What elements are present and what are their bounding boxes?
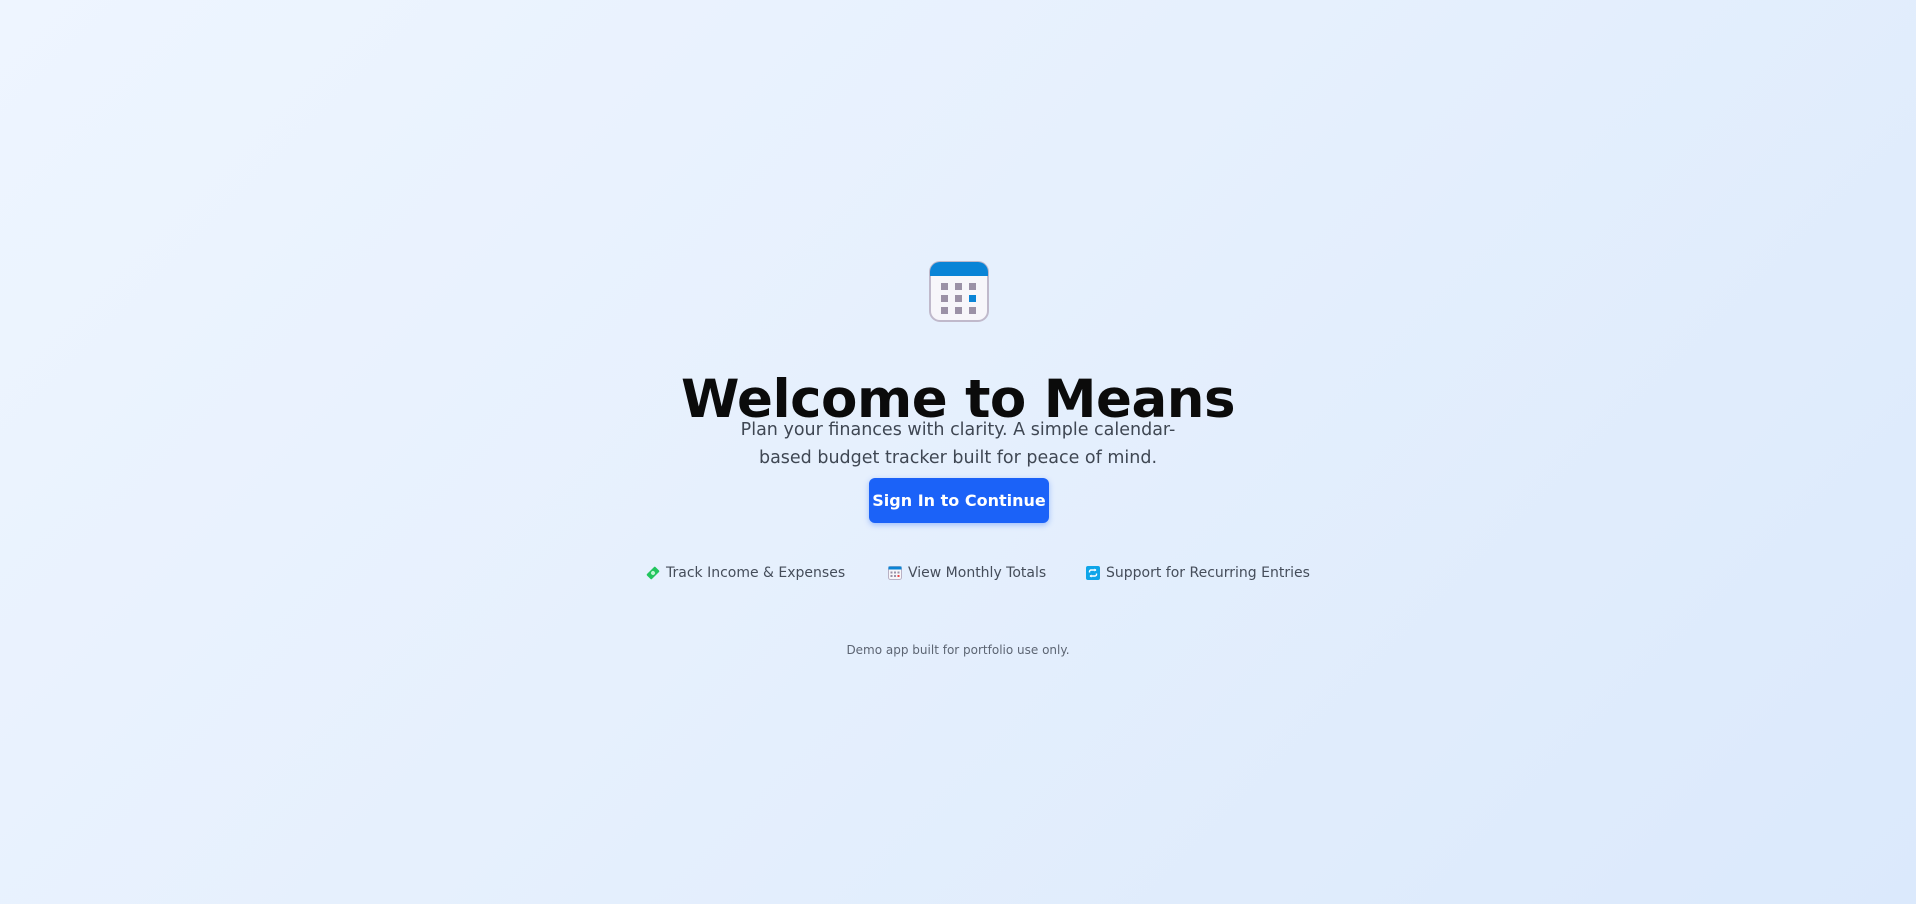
- landing-hero: Welcome to Means Plan your finances with…: [0, 0, 1916, 904]
- sign-in-button[interactable]: Sign In to Continue: [869, 478, 1049, 523]
- calendar-icon: [888, 566, 902, 580]
- page-subtitle: Plan your finances with clarity. A simpl…: [740, 419, 1176, 468]
- money-icon: [646, 566, 660, 580]
- repeat-icon: [1086, 566, 1100, 580]
- feature-label: Support for Recurring Entries: [1106, 565, 1310, 581]
- calendar-icon: [929, 261, 989, 322]
- feature-track-income: Track Income & Expenses: [646, 563, 845, 583]
- footer-note: Demo app built for portfolio use only.: [846, 643, 1070, 657]
- feature-label: Track Income & Expenses: [666, 565, 846, 581]
- feature-monthly-totals: View Monthly Totals: [888, 563, 1046, 583]
- feature-label: View Monthly Totals: [908, 565, 1047, 581]
- feature-recurring-entries: Support for Recurring Entries: [1086, 563, 1310, 583]
